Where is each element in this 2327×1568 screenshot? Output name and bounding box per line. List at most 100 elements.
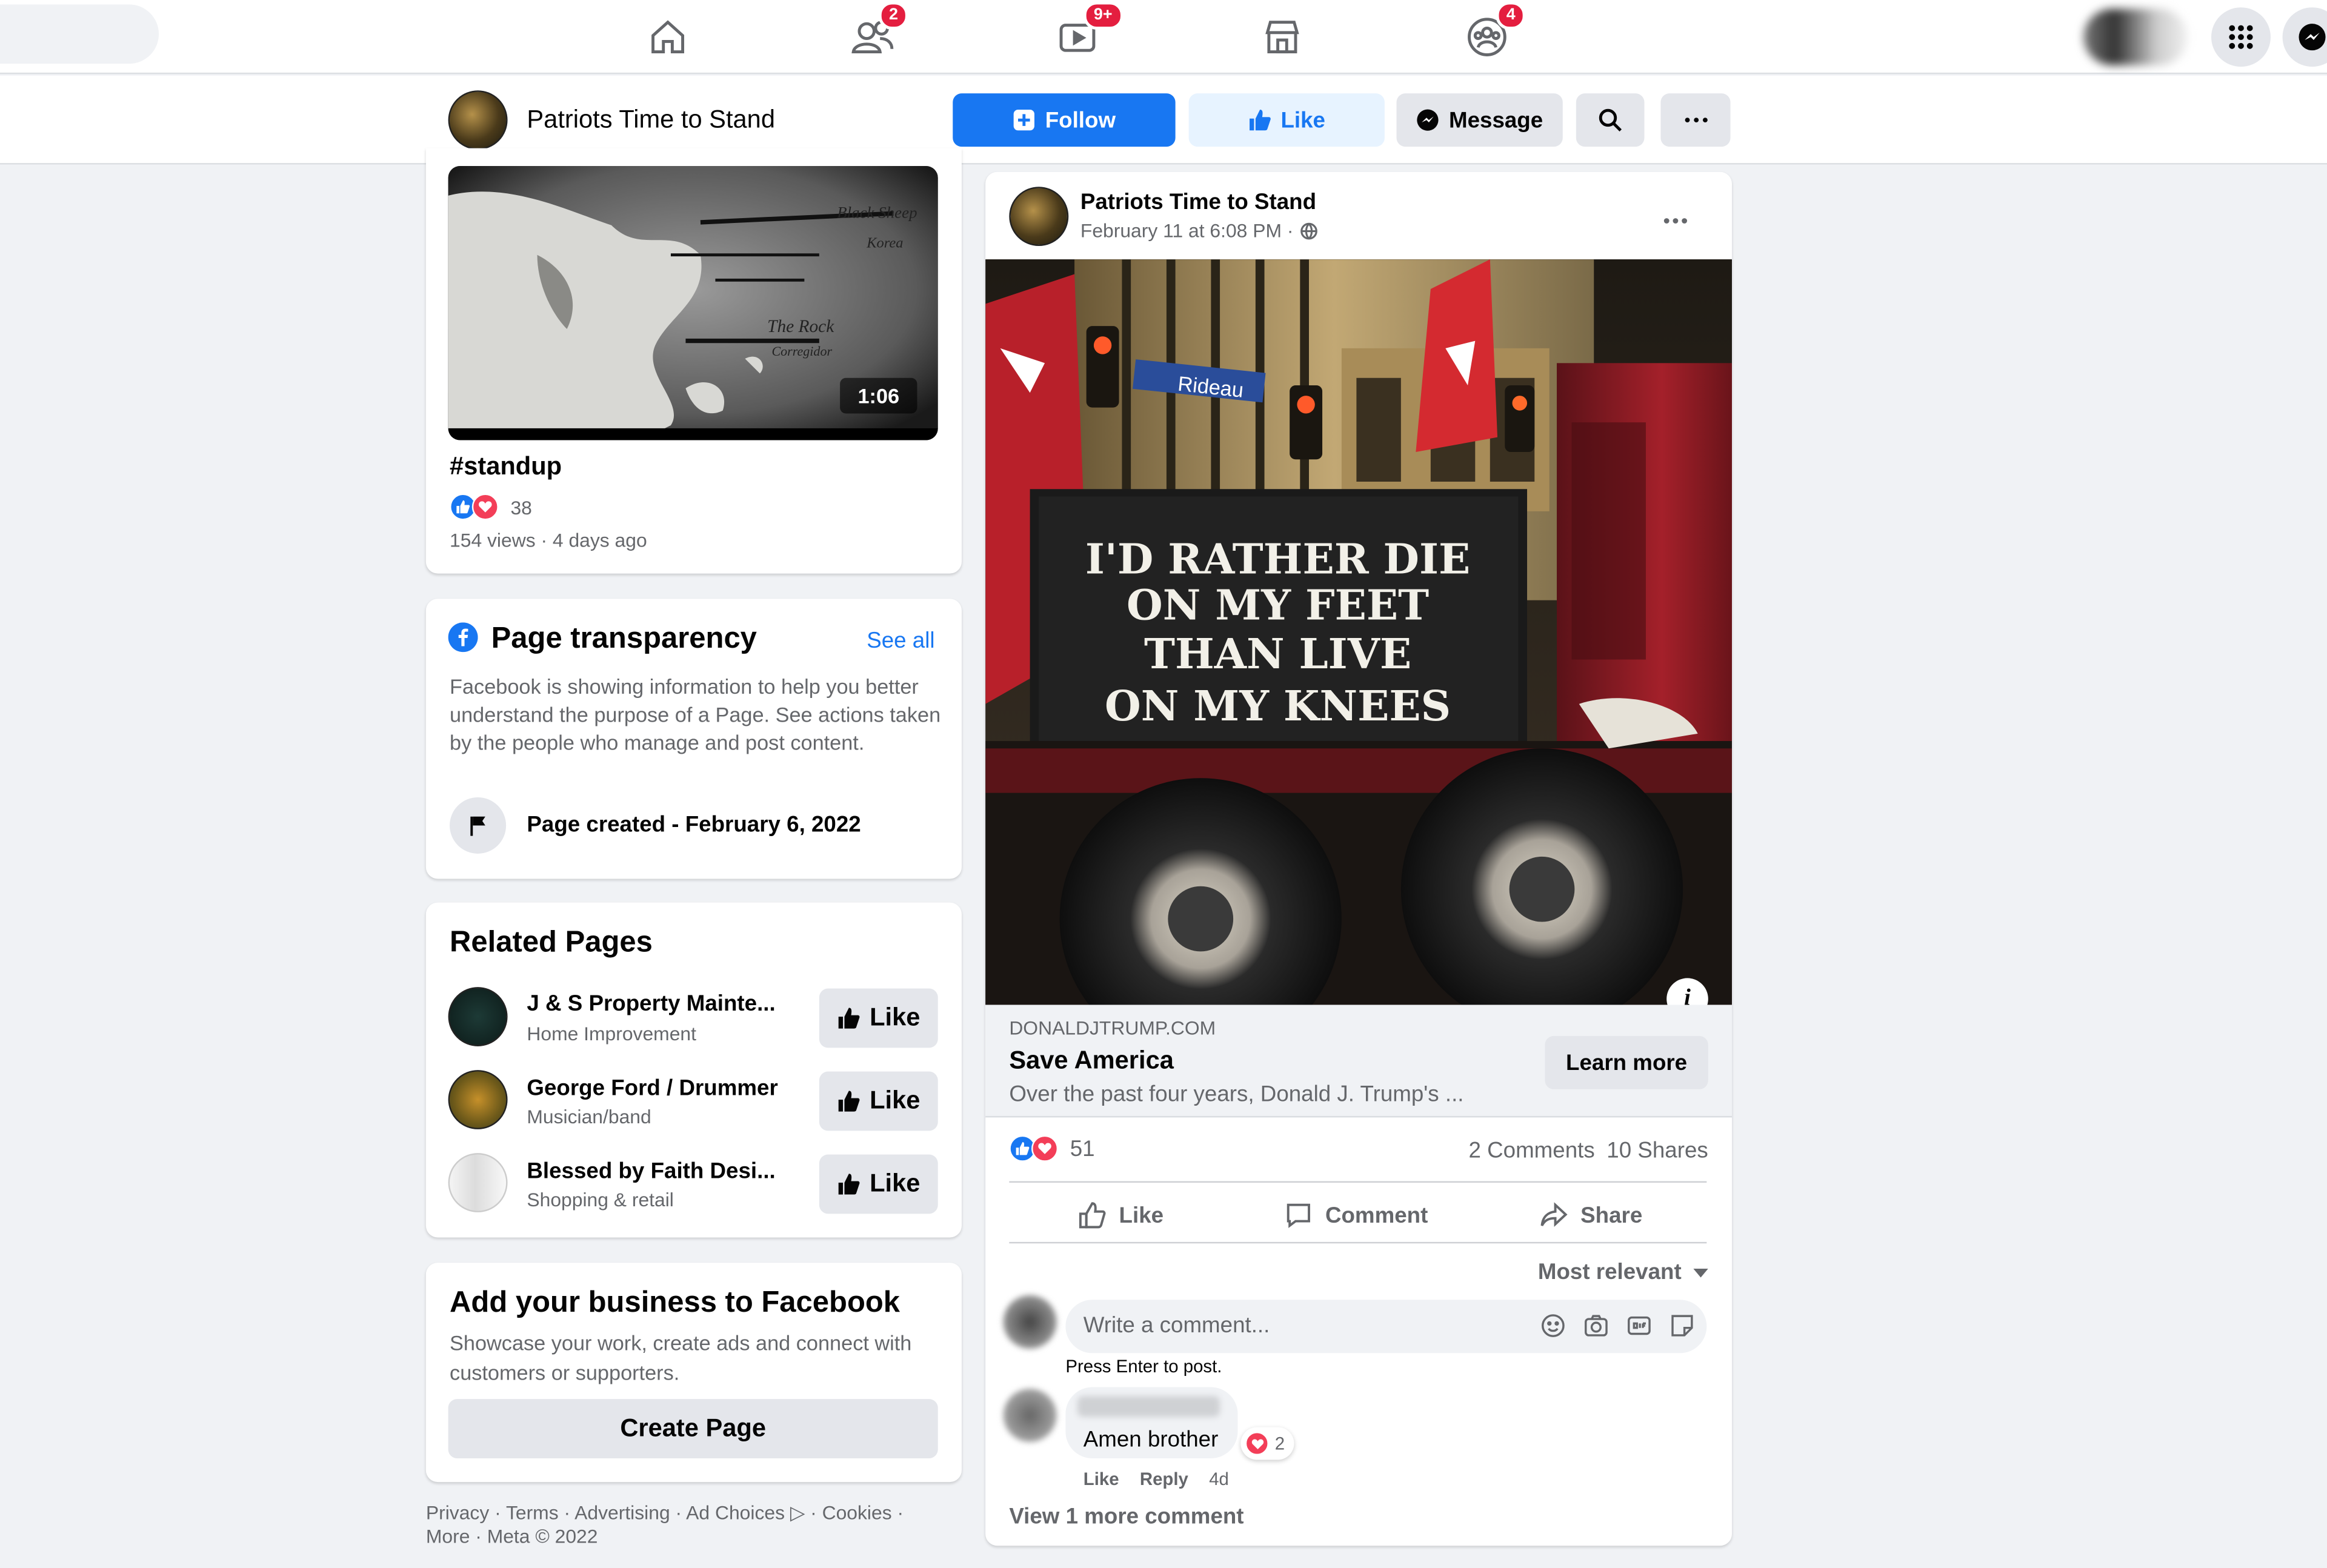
create-page-button[interactable]: Create Page: [448, 1399, 938, 1458]
video-title[interactable]: #standup: [450, 452, 562, 482]
related-pages-card: Related Pages J & S Property Mainte... H…: [425, 902, 962, 1238]
post-comment-button[interactable]: Comment: [1283, 1200, 1428, 1230]
post-author-avatar[interactable]: [1009, 187, 1069, 247]
related-like-label: Like: [870, 1086, 920, 1115]
follow-button-label: Follow: [1045, 107, 1116, 133]
top-navigation-bar: 2 9+ 4: [0, 0, 2327, 75]
see-all-link[interactable]: See all: [867, 628, 934, 654]
post-comment-label: Comment: [1325, 1203, 1428, 1228]
footer-links[interactable]: Privacy · Terms · Advertising · Ad Choic…: [426, 1501, 904, 1525]
related-page-category: Shopping & retail: [527, 1188, 674, 1211]
add-business-card: Add your business to Facebook Showcase y…: [425, 1263, 962, 1483]
search-bar[interactable]: [0, 4, 159, 64]
post-reaction-count: 51: [1070, 1135, 1095, 1161]
page-like-button[interactable]: Like: [1188, 93, 1385, 147]
video-card: Black Sheep Korea The Rock Corregidor 1:…: [425, 148, 962, 574]
video-reactions[interactable]: 38: [450, 493, 532, 520]
related-pages-title: Related Pages: [450, 926, 653, 959]
camera-icon[interactable]: [1583, 1313, 1609, 1338]
groups-icon[interactable]: 4: [1463, 1, 1526, 61]
commenter-name[interactable]: [1077, 1396, 1220, 1417]
comment-like-link[interactable]: Like: [1084, 1469, 1119, 1489]
home-icon[interactable]: [644, 13, 691, 61]
map-label-4: Corregidor: [771, 344, 832, 359]
globe-icon: [1300, 222, 1317, 239]
message-button[interactable]: Message: [1396, 93, 1563, 147]
video-meta: 154 views · 4 days ago: [450, 529, 647, 551]
friends-icon[interactable]: 2: [849, 1, 909, 61]
map-label-1: Black Sheep: [837, 204, 917, 222]
related-like-button[interactable]: Like: [819, 1154, 938, 1214]
related-like-label: Like: [870, 1169, 920, 1198]
comment-age[interactable]: 4d: [1209, 1469, 1229, 1489]
post-author[interactable]: Patriots Time to Stand: [1080, 190, 1316, 215]
post-image[interactable]: Rideau I'D RATHER DIE ON MY FEET THAN LI…: [985, 259, 1732, 1005]
flag-icon: [450, 797, 507, 854]
link-preview[interactable]: DONALDJTRUMP.COM Save America Over the p…: [985, 1005, 1732, 1118]
comment-placeholder: Write a comment...: [1083, 1313, 1270, 1338]
link-domain: DONALDJTRUMP.COM: [1009, 1017, 1216, 1039]
message-button-label: Message: [1448, 107, 1543, 133]
related-page-avatar[interactable]: [448, 987, 508, 1046]
gif-icon[interactable]: [1626, 1313, 1652, 1338]
related-like-button[interactable]: Like: [819, 988, 938, 1048]
comment-bubble: Amen brother: [1065, 1387, 1238, 1458]
related-like-label: Like: [870, 1003, 920, 1032]
caret-down-icon: [1693, 1267, 1708, 1277]
post-timestamp[interactable]: February 11 at 6:08 PM ·: [1080, 219, 1294, 242]
video-thumbnail[interactable]: Black Sheep Korea The Rock Corregidor 1:…: [448, 165, 938, 440]
post-share-button[interactable]: Share: [1539, 1200, 1642, 1230]
comment-reaction-count: 2: [1274, 1433, 1285, 1454]
commenter-avatar[interactable]: [1003, 1388, 1057, 1443]
post-card: Patriots Time to Stand February 11 at 6:…: [985, 171, 1732, 1546]
comment-input[interactable]: Write a comment...: [1065, 1300, 1707, 1354]
profile-avatar[interactable]: [2083, 8, 2188, 65]
footer-meta[interactable]: More · Meta © 2022: [426, 1525, 598, 1547]
comment-reaction[interactable]: 2: [1240, 1427, 1294, 1460]
search-page-button[interactable]: [1576, 93, 1645, 147]
comment-sort-dropdown[interactable]: Most relevant: [1538, 1260, 1708, 1285]
comment-text: Amen brother: [1083, 1427, 1219, 1453]
page-name[interactable]: Patriots Time to Stand: [527, 105, 775, 135]
related-page-name[interactable]: George Ford / Drummer: [527, 1076, 777, 1101]
search-icon: [1599, 108, 1622, 131]
related-page-avatar[interactable]: [448, 1153, 508, 1212]
comment-reply-link[interactable]: Reply: [1140, 1469, 1188, 1489]
current-user-avatar: [1003, 1295, 1057, 1349]
post-like-button[interactable]: Like: [1077, 1200, 1164, 1230]
post-more-icon[interactable]: [1662, 205, 1689, 231]
press-enter-hint: Press Enter to post.: [1065, 1356, 1222, 1377]
related-page-name[interactable]: J & S Property Mainte...: [527, 991, 775, 1017]
video-duration: 1:06: [840, 377, 917, 414]
follow-button[interactable]: Follow: [953, 93, 1176, 147]
menu-grid-icon[interactable]: [2211, 7, 2271, 67]
more-options-button[interactable]: [1660, 93, 1731, 147]
divider: [1009, 1181, 1707, 1183]
watch-icon[interactable]: 9+: [1054, 1, 1123, 61]
comments-count[interactable]: 2 Comments: [1468, 1138, 1594, 1164]
related-page-avatar[interactable]: [448, 1070, 508, 1129]
emoji-icon[interactable]: [1540, 1313, 1566, 1338]
marketplace-icon[interactable]: [1259, 13, 1306, 61]
love-reaction-icon: [1031, 1135, 1059, 1162]
facebook-icon: [448, 622, 478, 653]
view-more-comments[interactable]: View 1 more comment: [1009, 1504, 1243, 1530]
sticker-icon[interactable]: [1670, 1313, 1695, 1338]
thumbs-up-icon: [838, 1091, 860, 1112]
shares-count[interactable]: 10 Shares: [1606, 1138, 1708, 1164]
video-reaction-count: 38: [510, 496, 532, 518]
page-header-bar: Patriots Time to Stand Follow Like Messa…: [0, 75, 2327, 165]
thumbs-up-icon: [1250, 110, 1271, 131]
related-page-name[interactable]: Blessed by Faith Desi...: [527, 1159, 775, 1184]
watch-badge: 9+: [1083, 1, 1123, 30]
learn-more-button[interactable]: Learn more: [1545, 1035, 1708, 1089]
friends-badge: 2: [878, 1, 909, 30]
comment-actions: Like Reply 4d: [1084, 1469, 1229, 1489]
map-label-2: Korea: [866, 235, 903, 251]
post-reactions[interactable]: 51: [1009, 1135, 1095, 1162]
page-avatar[interactable]: [448, 90, 508, 150]
messenger-icon: [1417, 109, 1439, 131]
messenger-icon[interactable]: [2282, 7, 2327, 67]
share-icon: [1540, 1202, 1568, 1227]
related-like-button[interactable]: Like: [819, 1071, 938, 1131]
